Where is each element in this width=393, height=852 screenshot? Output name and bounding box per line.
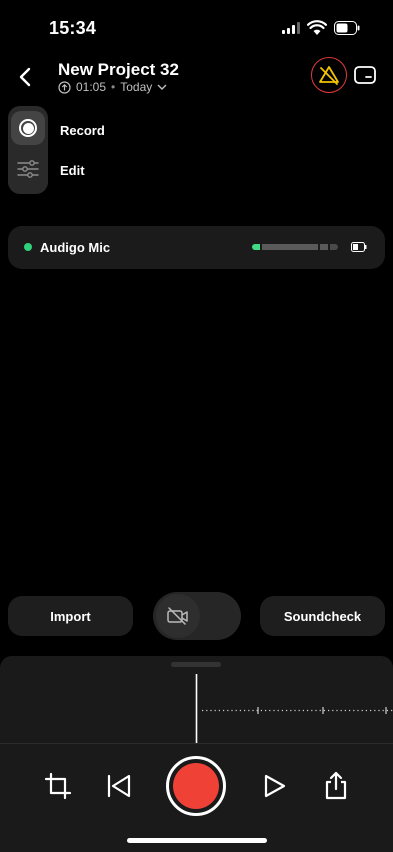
cellular-signal-icon: [282, 22, 300, 34]
sliders-icon[interactable]: [16, 158, 40, 180]
battery-status-icon: [334, 21, 360, 35]
camera-off-icon: [167, 607, 188, 625]
play-icon[interactable]: [258, 770, 290, 802]
mic-name: Audigo Mic: [40, 240, 111, 255]
project-meta[interactable]: 01:05 • Today: [58, 80, 167, 94]
mic-connected-indicator: [24, 243, 32, 251]
record-icon: [173, 763, 219, 809]
panel-divider: [0, 743, 393, 744]
record-mode-knob[interactable]: [11, 111, 45, 145]
date-filter-label: Today: [120, 80, 153, 94]
wifi-icon: [307, 20, 327, 35]
project-duration: 01:05: [76, 80, 107, 94]
soundcheck-button[interactable]: Soundcheck: [260, 596, 385, 636]
waveform-timeline[interactable]: [0, 672, 393, 744]
upload-circle-icon: [58, 80, 71, 94]
crop-icon[interactable]: [42, 770, 74, 802]
chevron-down-icon: [157, 84, 167, 90]
battery-icon: [351, 242, 367, 252]
back-chevron-icon[interactable]: [16, 66, 36, 88]
panel-grabber[interactable]: [171, 662, 221, 667]
meta-separator: •: [111, 80, 116, 94]
home-indicator[interactable]: [127, 838, 267, 843]
record-mode-icon: [19, 119, 37, 137]
import-button[interactable]: Import: [8, 596, 133, 636]
status-time: 15:34: [49, 18, 97, 38]
skip-back-icon[interactable]: [103, 770, 135, 802]
record-button[interactable]: [166, 756, 226, 816]
camera-toggle-knob[interactable]: [156, 594, 200, 638]
warning-icon: [319, 66, 339, 85]
mode-edit-label[interactable]: Edit: [60, 163, 85, 178]
mode-record-label[interactable]: Record: [60, 123, 105, 138]
warning-button[interactable]: [311, 57, 347, 93]
project-title[interactable]: New Project 32: [58, 60, 179, 80]
card-icon[interactable]: [353, 64, 377, 86]
mic-level-meter: [252, 244, 340, 250]
share-icon[interactable]: [320, 770, 352, 802]
